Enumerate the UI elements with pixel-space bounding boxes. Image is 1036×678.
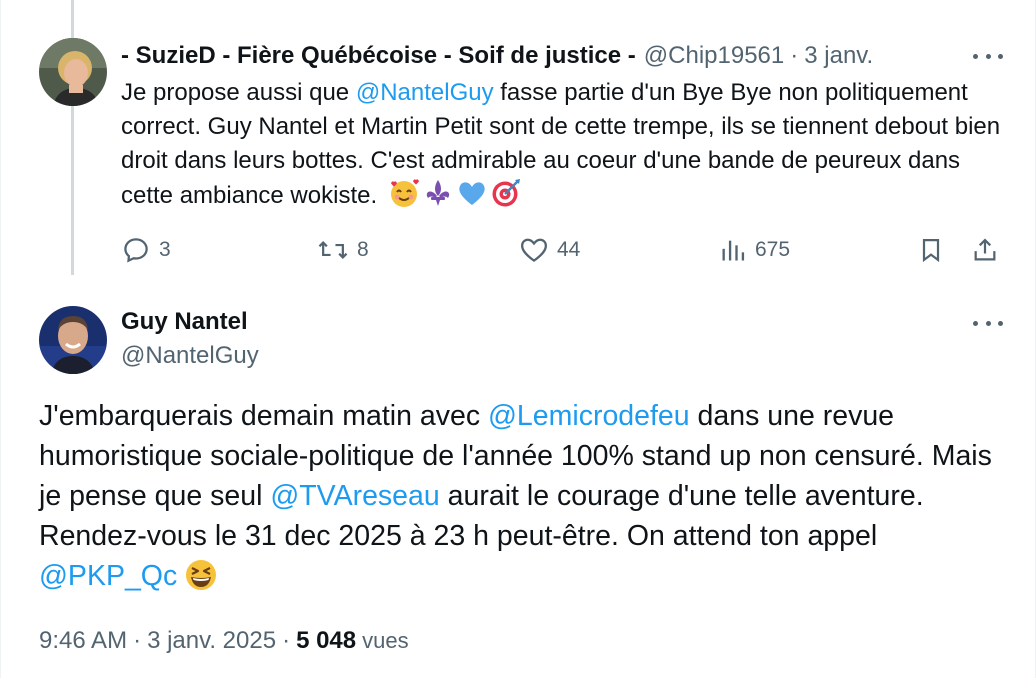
mention-link[interactable]: @PKP_Qc [39, 560, 177, 592]
main-handle[interactable]: @NantelGuy [121, 340, 259, 372]
post-time[interactable]: 9:46 AM [39, 627, 127, 655]
analytics-icon [722, 240, 745, 261]
tweet-metadata: 9:46 AM · 3 janv. 2025 · 5 048 vues [39, 624, 409, 658]
avatar[interactable] [39, 306, 107, 374]
reply-author-avatar-image [39, 38, 107, 106]
tweet-thread: - SuzieD - Fière Québécoise - Soif de ju… [0, 0, 1036, 678]
views-label: vues [362, 628, 409, 653]
more-options-icon[interactable] [973, 50, 1003, 62]
post-date[interactable]: 3 janv. 2025 [147, 627, 276, 655]
reply-count: 3 [159, 238, 171, 261]
reply-header: - SuzieD - Fière Québécoise - Soif de ju… [121, 38, 873, 74]
share-icon [974, 238, 996, 261]
heart-icon [520, 238, 548, 263]
fleur-de-lis-icon [426, 180, 449, 206]
main-text-part: J'embarquerais demain matin avec [39, 400, 488, 432]
reply-display-name[interactable]: - SuzieD - Fière Québécoise - Soif de ju… [121, 42, 636, 70]
views-button[interactable]: 675 [719, 232, 790, 268]
like-count: 44 [557, 238, 581, 261]
more-options-icon[interactable] [973, 317, 1003, 329]
mention-link[interactable]: @TVAreseau [270, 480, 439, 512]
comment-icon [124, 238, 148, 263]
main-display-name[interactable]: Guy Nantel [121, 306, 248, 338]
reply-tweet-text: Je propose aussi que @NantelGuy fasse pa… [121, 76, 1001, 213]
bookmark-icon [922, 238, 940, 263]
reply-button[interactable]: 3 [121, 232, 171, 268]
mention-link[interactable]: @Lemicrodefeu [488, 400, 690, 432]
reply-text-part: Je propose aussi que [121, 79, 356, 106]
reply-date[interactable]: 3 janv. [804, 42, 873, 70]
repost-icon [318, 241, 348, 259]
reply-action-bar: 3 8 44 675 [121, 232, 1001, 268]
bookmark-button[interactable] [917, 232, 945, 268]
reply-handle[interactable]: @Chip19561 [644, 42, 784, 70]
separator-dot: · [133, 627, 142, 654]
smiling-face-with-hearts-icon [390, 179, 419, 207]
like-button[interactable]: 44 [519, 232, 580, 268]
separator-dot: · [790, 42, 799, 69]
mention-link[interactable]: @NantelGuy [356, 79, 494, 106]
repost-button[interactable]: 8 [317, 232, 369, 268]
emoji-group [388, 178, 524, 208]
grinning-squinting-face-icon [186, 560, 217, 590]
main-author-avatar-image [39, 306, 107, 374]
repost-count: 8 [357, 238, 369, 261]
share-button[interactable] [971, 232, 999, 268]
main-tweet-text: J'embarquerais demain matin avec @Lemicr… [39, 396, 999, 596]
views-count: 675 [755, 238, 791, 261]
view-count: 5 048 [296, 627, 357, 654]
separator-dot: · [282, 627, 291, 654]
avatar[interactable] [39, 38, 107, 106]
blue-heart-icon [459, 182, 485, 205]
direct-hit-icon [492, 179, 520, 207]
